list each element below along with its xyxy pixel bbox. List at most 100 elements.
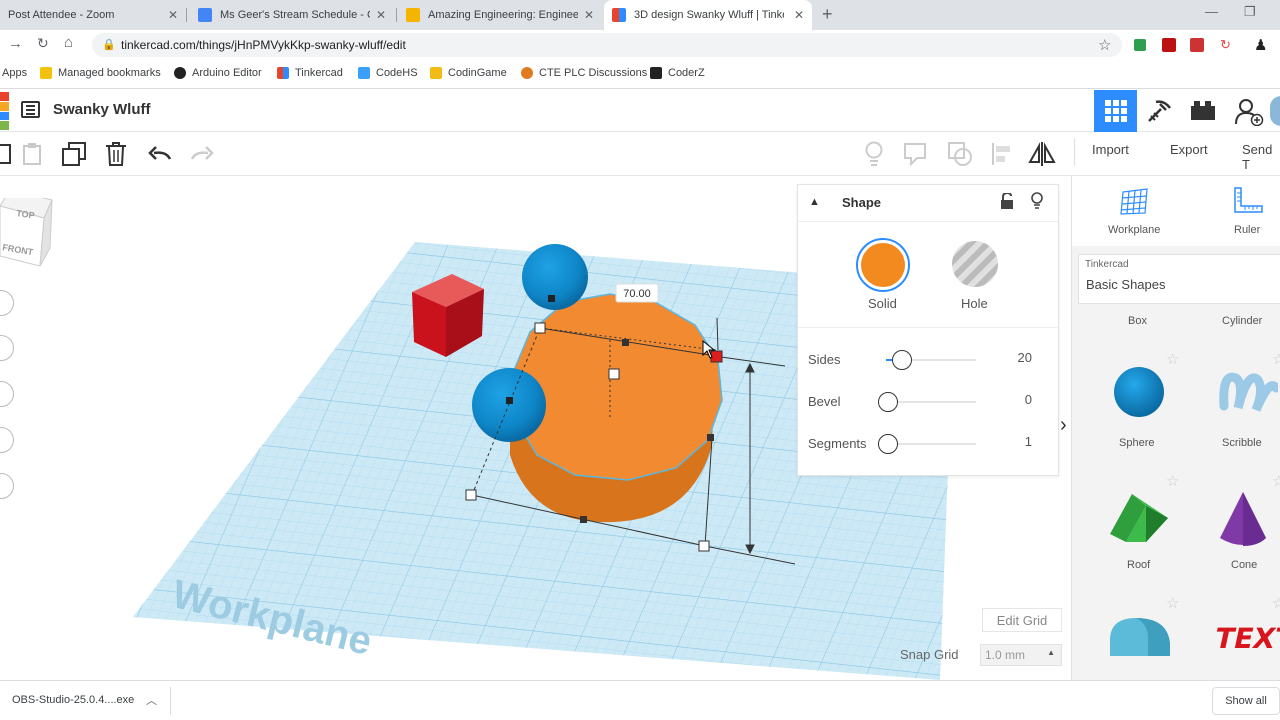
- bookmark-apps[interactable]: Apps: [2, 67, 27, 79]
- workplane-icon[interactable]: [1119, 186, 1149, 216]
- avatar[interactable]: [1270, 96, 1280, 126]
- resize-handle[interactable]: [506, 397, 513, 404]
- chevron-up-icon[interactable]: ︿: [146, 692, 157, 708]
- bevel-slider[interactable]: [886, 401, 976, 403]
- scribble-shape-thumbnail[interactable]: [1218, 366, 1278, 426]
- group-button[interactable]: [946, 140, 974, 168]
- workplane-tool-label[interactable]: Workplane: [1108, 224, 1160, 236]
- bookmark-codehs[interactable]: CodeHS: [358, 67, 418, 79]
- shape-label[interactable]: Roof: [1127, 559, 1150, 571]
- resize-handle[interactable]: [707, 434, 714, 441]
- sides-value[interactable]: 20: [1006, 350, 1032, 365]
- segments-slider[interactable]: [886, 443, 976, 445]
- paste-button[interactable]: [18, 140, 46, 168]
- tab-amazing-engineering[interactable]: Amazing Engineering: Engineerin ✕: [398, 0, 602, 30]
- extension-icon[interactable]: [1190, 38, 1204, 52]
- center-handle[interactable]: [608, 368, 620, 380]
- slider-thumb[interactable]: [878, 434, 898, 454]
- notes-button[interactable]: [860, 140, 888, 168]
- resize-handle[interactable]: [548, 295, 555, 302]
- 3d-view-button[interactable]: [1094, 90, 1137, 132]
- restore-button[interactable]: ❐: [1244, 4, 1256, 20]
- hole-button[interactable]: [952, 241, 998, 287]
- back-icon[interactable]: →: [8, 35, 23, 52]
- resize-handle[interactable]: [580, 516, 587, 523]
- view-cube[interactable]: TOP FRONT: [0, 189, 60, 275]
- bookmark-arduino[interactable]: Arduino Editor: [174, 67, 262, 79]
- favorite-star-icon[interactable]: ☆: [1166, 472, 1179, 490]
- shape-label[interactable]: Box: [1128, 315, 1147, 327]
- show-all-button[interactable]: Show all: [1212, 687, 1280, 715]
- ruler-tool-label[interactable]: Ruler: [1234, 224, 1260, 236]
- tab-stream-schedule[interactable]: Ms Geer's Stream Schedule - Go ✕: [190, 0, 394, 30]
- reload-icon[interactable]: ↻: [37, 35, 49, 52]
- download-file[interactable]: OBS-Studio-25.0.4....exe: [12, 694, 134, 706]
- panel-toggle-chevron-icon[interactable]: ›: [1060, 414, 1067, 437]
- copy-button[interactable]: [0, 140, 18, 168]
- resize-handle[interactable]: [622, 339, 629, 346]
- home-icon[interactable]: ⌂: [64, 34, 73, 51]
- favorite-star-icon[interactable]: ☆: [1166, 350, 1179, 368]
- design-list-icon[interactable]: [21, 101, 40, 118]
- bevel-value[interactable]: 0: [1006, 392, 1032, 407]
- bookmark-codingame[interactable]: CodinGame: [430, 67, 507, 79]
- resize-handle[interactable]: [534, 322, 546, 334]
- snap-grid-select[interactable]: 1.0 mm ▲: [980, 644, 1062, 666]
- duplicate-button[interactable]: [60, 140, 88, 168]
- close-icon[interactable]: ✕: [168, 8, 178, 22]
- shape-label[interactable]: Cylinder: [1222, 315, 1262, 327]
- resize-handle[interactable]: [698, 540, 710, 552]
- bookmark-coderz[interactable]: CoderZ: [650, 67, 705, 79]
- shape-label[interactable]: Cone: [1231, 559, 1257, 571]
- export-button[interactable]: Export: [1170, 142, 1208, 157]
- undo-button[interactable]: [146, 140, 174, 168]
- bookmark-cte[interactable]: CTE PLC Discussions: [521, 67, 647, 79]
- new-tab-button[interactable]: +: [822, 4, 833, 25]
- slider-thumb[interactable]: [878, 392, 898, 412]
- design-title[interactable]: Swanky Wluff: [53, 101, 151, 118]
- resize-handle[interactable]: [465, 489, 477, 501]
- extension-icon[interactable]: ↻: [1220, 37, 1231, 53]
- favorite-star-icon[interactable]: ☆: [1166, 594, 1179, 612]
- segments-value[interactable]: 1: [1006, 434, 1032, 449]
- url-text[interactable]: tinkercad.com/things/jHnPMVykKkp-swanky-…: [121, 38, 406, 52]
- favorite-star-icon[interactable]: ☆: [1272, 472, 1280, 490]
- mirror-button[interactable]: [1028, 140, 1056, 168]
- pdf-extension-icon[interactable]: [1162, 38, 1176, 52]
- close-icon[interactable]: ✕: [376, 8, 386, 22]
- unlock-icon[interactable]: [1000, 193, 1014, 210]
- sphere-shape-thumbnail[interactable]: [1113, 366, 1165, 418]
- close-icon[interactable]: ✕: [794, 8, 804, 22]
- bookmark-managed[interactable]: Managed bookmarks: [40, 67, 161, 79]
- text-shape-thumbnail[interactable]: TEXT: [1212, 616, 1280, 656]
- shape-label[interactable]: Scribble: [1222, 437, 1262, 449]
- round-roof-shape-thumbnail[interactable]: [1108, 616, 1172, 658]
- cone-shape-thumbnail[interactable]: [1218, 490, 1268, 552]
- library-select[interactable]: Tinkercad Basic Shapes: [1078, 254, 1280, 304]
- profile-icon[interactable]: ♟: [1254, 36, 1267, 54]
- solid-color-button[interactable]: [856, 238, 910, 292]
- ruler-icon[interactable]: [1232, 186, 1264, 216]
- roof-shape-thumbnail[interactable]: [1108, 492, 1170, 546]
- dimension-value[interactable]: 70.00: [623, 288, 651, 300]
- tab-tinkercad[interactable]: 3D design Swanky Wluff | Tinker ✕: [604, 0, 812, 30]
- comment-button[interactable]: [902, 140, 930, 168]
- bricks-button[interactable]: [1190, 100, 1216, 127]
- close-icon[interactable]: ✕: [584, 8, 594, 22]
- blocks-button[interactable]: [1146, 98, 1172, 129]
- collapse-icon[interactable]: ▲: [809, 196, 820, 208]
- send-to-button[interactable]: Send T: [1242, 142, 1280, 172]
- active-resize-handle[interactable]: [710, 350, 723, 363]
- minimize-button[interactable]: —: [1205, 4, 1218, 19]
- redo-button[interactable]: [188, 140, 216, 168]
- extension-icon[interactable]: [1134, 39, 1146, 51]
- lightbulb-icon[interactable]: [1030, 192, 1044, 210]
- tab-zoom[interactable]: Post Attendee - Zoom ✕: [0, 0, 186, 30]
- shape-label[interactable]: Sphere: [1119, 437, 1154, 449]
- edit-grid-button[interactable]: Edit Grid: [982, 608, 1062, 632]
- import-button[interactable]: Import: [1092, 142, 1129, 157]
- tinkercad-logo[interactable]: [0, 92, 9, 130]
- add-user-button[interactable]: [1234, 98, 1264, 131]
- slider-thumb[interactable]: [892, 350, 912, 370]
- delete-button[interactable]: [102, 140, 130, 168]
